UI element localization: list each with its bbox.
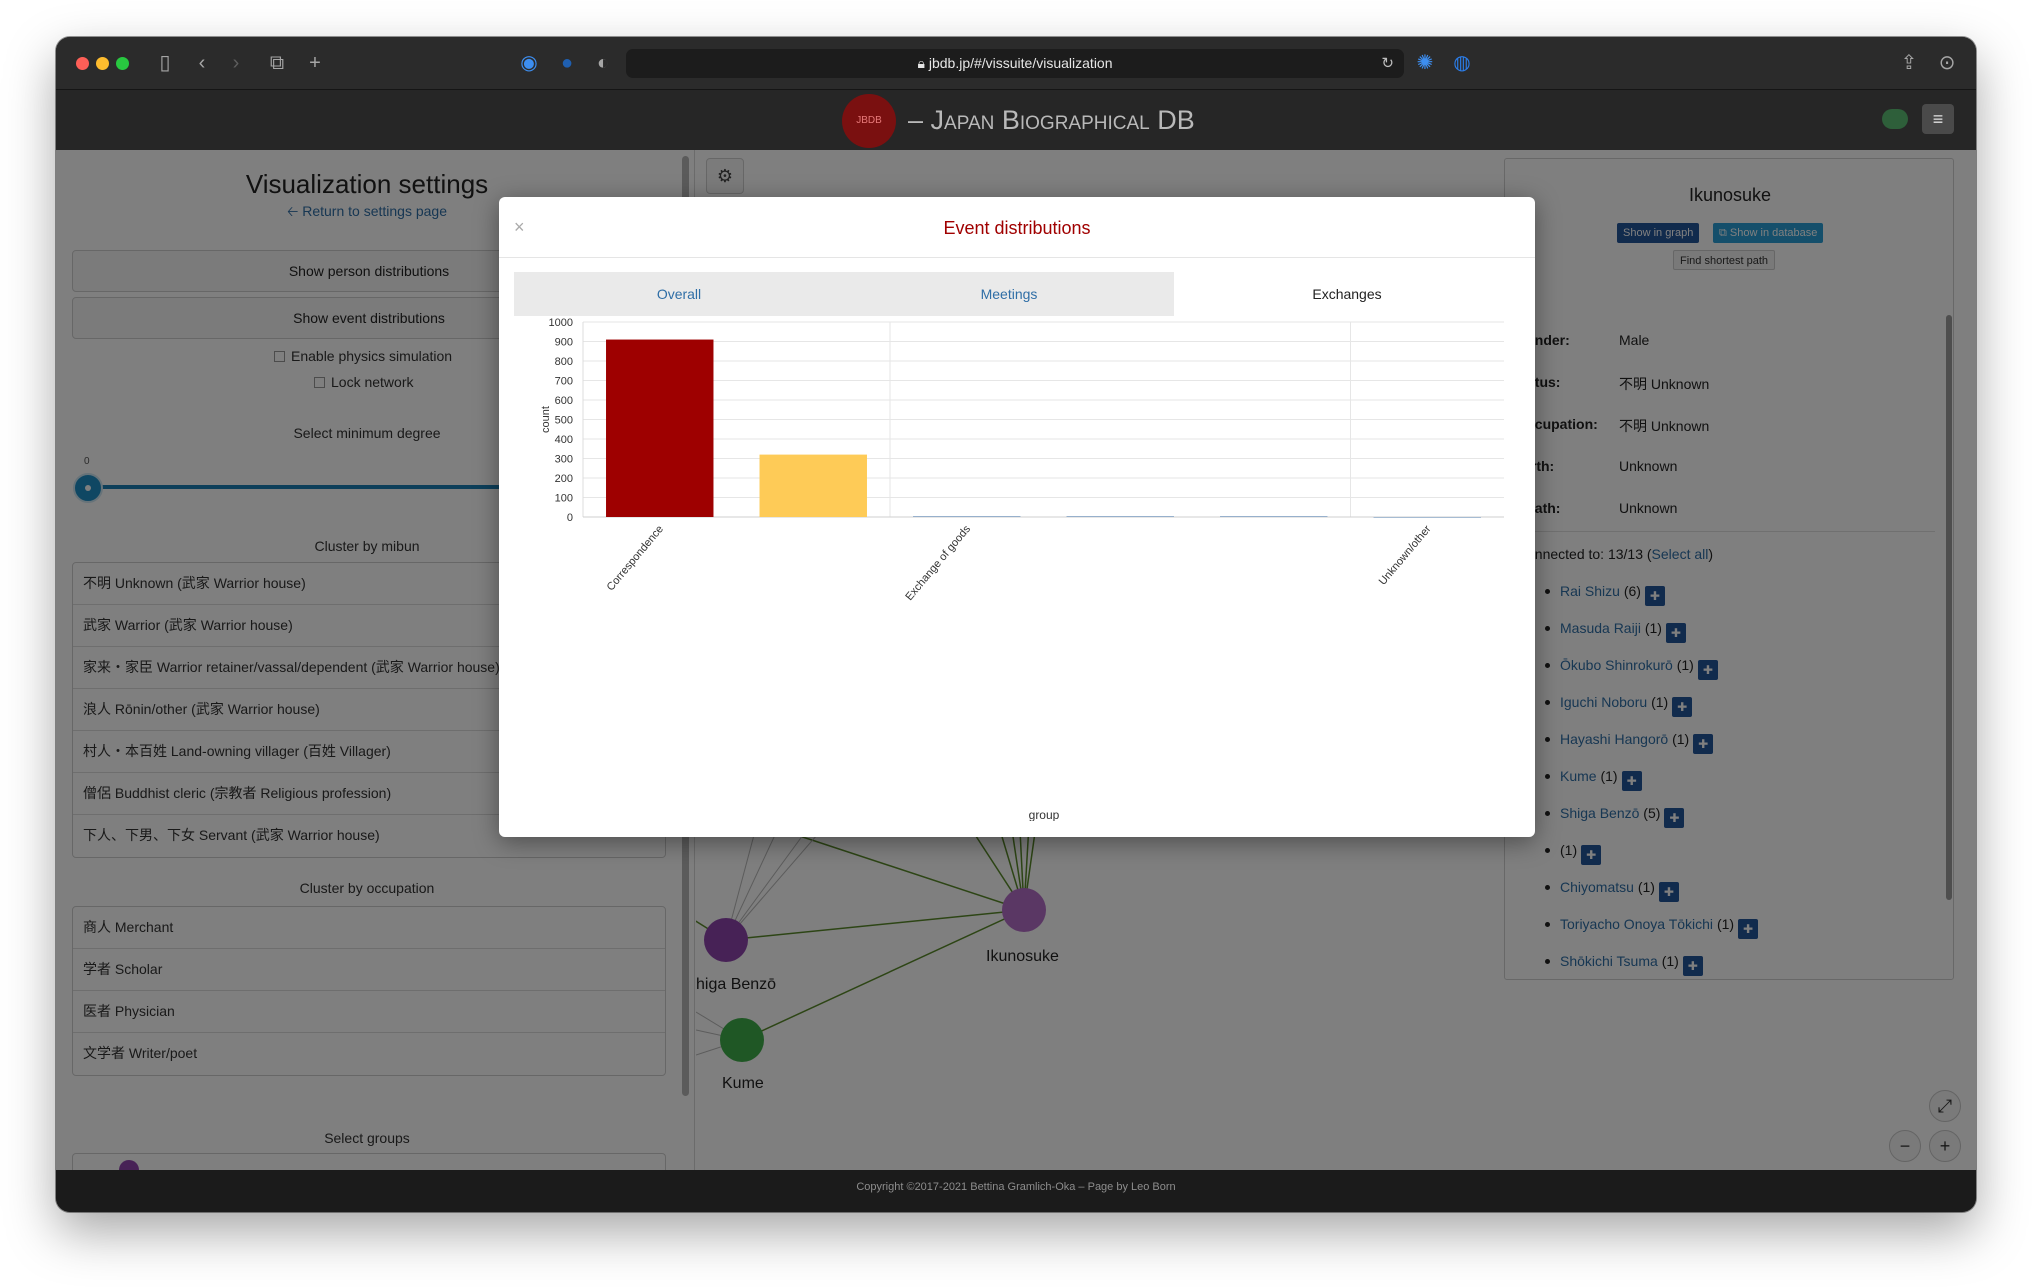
forward-icon[interactable]: ›: [226, 50, 246, 76]
jbdb-logo[interactable]: JBDB: [842, 94, 896, 148]
bar: [1373, 517, 1481, 518]
y-tick-label: 100: [555, 493, 573, 505]
translate-extension-icon[interactable]: ◍: [1451, 50, 1473, 76]
x-tick-label: Correspondence: [605, 523, 666, 593]
downloads-icon[interactable]: ⊙: [1936, 50, 1958, 76]
minimize-window-button[interactable]: [96, 57, 109, 70]
x-tick-label: Exchange of goods: [903, 523, 973, 603]
x-axis-label: group: [1029, 808, 1060, 821]
bar-chart: 0 100 200 300 400 500 600 700 800 900 1000 Correspo…: [540, 317, 1504, 822]
y-tick-label: 900: [555, 337, 573, 349]
url-text: jbdb.jp/#/vissuite/visualization: [928, 55, 1113, 71]
distribution-tabs: Overall Meetings Exchanges: [514, 272, 1520, 316]
bar: [1220, 516, 1328, 517]
browser-window: ▯ ‹ › ⧉ + ◉ ● ◐ 🔒︎ jbdb.jp/#/vissuite/vi…: [56, 37, 1976, 1212]
share-icon[interactable]: ⇪: [1898, 50, 1920, 76]
extension-blue-icon[interactable]: ●: [556, 50, 578, 76]
tab-overview-icon[interactable]: ⧉: [266, 50, 288, 76]
y-axis-label: count: [540, 406, 552, 433]
event-distributions-modal: × Event distributions Overall Meetings E…: [499, 197, 1535, 837]
reload-icon[interactable]: ↻: [1381, 49, 1394, 78]
new-tab-icon[interactable]: +: [304, 50, 326, 76]
y-tick-label: 0: [567, 512, 573, 524]
page-footer: Copyright ©2017-2021 Bettina Gramlich-Ok…: [56, 1170, 1976, 1212]
tab-overall[interactable]: Overall: [514, 272, 844, 316]
zoom-window-button[interactable]: [116, 57, 129, 70]
brand-title[interactable]: – Japan Biographical DB: [908, 100, 1195, 140]
x-tick-label: Unknown/other: [1377, 523, 1434, 588]
y-tick-label: 600: [555, 395, 573, 407]
y-tick-label: 500: [555, 415, 573, 427]
browser-toolbar: ▯ ‹ › ⧉ + ◉ ● ◐ 🔒︎ jbdb.jp/#/vissuite/vi…: [56, 37, 1976, 90]
app-navbar: JBDB – Japan Biographical DB ≡: [56, 90, 1976, 150]
tab-meetings[interactable]: Meetings: [844, 272, 1174, 316]
shield-icon[interactable]: ◐: [592, 50, 614, 76]
sidebar-icon[interactable]: ▯: [152, 50, 178, 76]
exchanges-chart: 0 100 200 300 400 500 600 700 800 900 1000 Correspo…: [514, 316, 1520, 822]
y-tick-label: 200: [555, 473, 573, 485]
bar: [759, 454, 867, 517]
modal-header-divider: [499, 257, 1535, 258]
menu-icon[interactable]: ≡: [1922, 104, 1954, 134]
y-tick-label: 800: [555, 356, 573, 368]
password-extension-icon[interactable]: ◉: [518, 50, 540, 76]
y-tick-label: 1000: [549, 317, 573, 329]
close-window-button[interactable]: [76, 57, 89, 70]
theme-toggle[interactable]: [1882, 109, 1908, 129]
lock-icon: 🔒︎: [917, 55, 929, 71]
bar: [913, 516, 1021, 517]
address-bar[interactable]: 🔒︎ jbdb.jp/#/vissuite/visualization ↻: [626, 49, 1404, 78]
bar: [1066, 516, 1174, 517]
y-tick-label: 300: [555, 454, 573, 466]
bar: [606, 339, 714, 517]
back-icon[interactable]: ‹: [192, 50, 212, 76]
tab-exchanges[interactable]: Exchanges: [1174, 272, 1520, 316]
y-tick-label: 400: [555, 434, 573, 446]
modal-title: Event distributions: [943, 218, 1091, 238]
y-tick-label: 700: [555, 376, 573, 388]
bug-extension-icon[interactable]: ✺: [1414, 50, 1436, 76]
